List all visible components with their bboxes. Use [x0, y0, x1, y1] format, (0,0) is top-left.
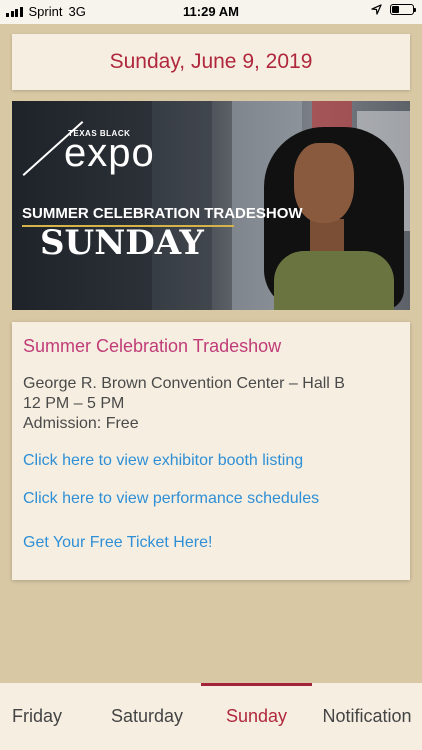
exhibitor-booth-link[interactable]: Click here to view exhibitor booth listi…	[23, 452, 399, 470]
bottom-tab-bar: Friday Saturday Sunday Notification	[0, 683, 422, 750]
event-title: Summer Celebration Tradeshow	[23, 336, 282, 356]
tab-friday[interactable]: Friday	[0, 683, 74, 750]
event-details: George R. Brown Convention Center – Hall…	[23, 374, 399, 434]
event-banner-image: TEXAS BLACK expo SUMMER CELEBRATION TRAD…	[12, 101, 410, 310]
status-bar: Sprint 3G 11:29 AM	[0, 0, 422, 24]
date-header-card: Sunday, June 9, 2019	[12, 34, 410, 90]
event-info-card: Summer Celebration Tradeshow George R. B…	[12, 322, 410, 580]
logo-expo-text: expo	[64, 131, 155, 175]
banner-tradeshow-text: SUMMER CELEBRATION TRADESHOW	[22, 205, 303, 222]
battery-icon	[390, 4, 416, 15]
event-admission: Admission: Free	[23, 415, 139, 432]
free-ticket-link[interactable]: Get Your Free Ticket Here!	[23, 534, 399, 552]
event-location: George R. Brown Convention Center – Hall…	[23, 375, 345, 392]
date-header: Sunday, June 9, 2019	[109, 50, 313, 73]
status-right	[371, 4, 416, 15]
tab-saturday[interactable]: Saturday	[96, 683, 198, 750]
tab-notification[interactable]: Notification	[312, 683, 422, 750]
clock: 11:29 AM	[183, 4, 239, 19]
tab-sunday[interactable]: Sunday	[201, 683, 312, 750]
event-hours: 12 PM – 5 PM	[23, 395, 125, 412]
banner-sunday-text: SUNDAY	[40, 223, 204, 263]
performance-schedules-link[interactable]: Click here to view performance schedules	[23, 490, 399, 508]
location-arrow-icon	[371, 4, 382, 15]
